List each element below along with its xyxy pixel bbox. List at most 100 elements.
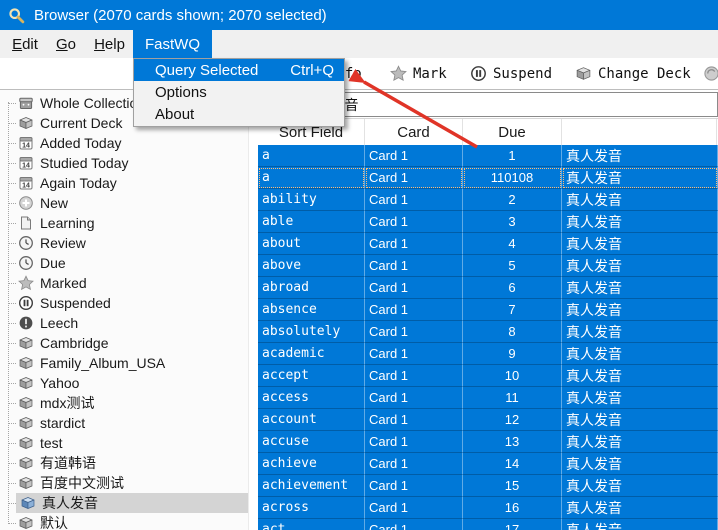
cell-card[interactable]: Card 1 (365, 519, 463, 530)
cell-due[interactable]: 9 (463, 343, 562, 365)
table-row[interactable]: aCard 11真人发音 (258, 145, 718, 167)
cell-card[interactable]: Card 1 (365, 277, 463, 299)
cell-due[interactable]: 5 (463, 255, 562, 277)
cell-deck[interactable]: 真人发音 (562, 497, 718, 519)
cell-sort-field[interactable]: a (258, 145, 365, 167)
cell-due[interactable]: 1 (463, 145, 562, 167)
cell-sort-field[interactable]: access (258, 387, 365, 409)
cell-due[interactable]: 110108 (463, 167, 562, 189)
table-row[interactable]: absenceCard 17真人发音 (258, 299, 718, 321)
cell-sort-field[interactable]: able (258, 211, 365, 233)
menu-item-query-selected[interactable]: Query SelectedCtrl+Q (134, 59, 344, 81)
cell-card[interactable]: Card 1 (365, 365, 463, 387)
cell-card[interactable]: Card 1 (365, 453, 463, 475)
cell-card[interactable]: Card 1 (365, 211, 463, 233)
cell-deck[interactable]: 真人发音 (562, 233, 718, 255)
table-row[interactable]: aboutCard 14真人发音 (258, 233, 718, 255)
cell-due[interactable]: 15 (463, 475, 562, 497)
sidebar-item-suspended[interactable]: Suspended (0, 293, 248, 313)
cell-card[interactable]: Card 1 (365, 167, 463, 189)
sidebar-item-有道韩语[interactable]: 有道韩语 (0, 453, 248, 473)
menu-edit[interactable]: Edit (4, 30, 46, 58)
cell-deck[interactable]: 真人发音 (562, 365, 718, 387)
cell-due[interactable]: 7 (463, 299, 562, 321)
cell-deck[interactable]: 真人发音 (562, 453, 718, 475)
menu-item-about[interactable]: About (134, 103, 344, 125)
cell-due[interactable]: 6 (463, 277, 562, 299)
cell-sort-field[interactable]: account (258, 409, 365, 431)
table-row[interactable]: absolutelyCard 18真人发音 (258, 321, 718, 343)
sidebar-item-added-today[interactable]: 14Added Today (0, 133, 248, 153)
sidebar-item-marked[interactable]: Marked (0, 273, 248, 293)
cell-deck[interactable]: 真人发音 (562, 145, 718, 167)
cell-deck[interactable]: 真人发音 (562, 277, 718, 299)
cell-sort-field[interactable]: accept (258, 365, 365, 387)
cell-deck[interactable]: 真人发音 (562, 431, 718, 453)
column-header-card[interactable]: Card (365, 119, 463, 145)
table-row[interactable]: accountCard 112真人发音 (258, 409, 718, 431)
toolbar-suspend-button[interactable]: Suspend (470, 58, 552, 89)
cell-sort-field[interactable]: absence (258, 299, 365, 321)
cell-card[interactable]: Card 1 (365, 145, 463, 167)
cell-deck[interactable]: 真人发音 (562, 189, 718, 211)
table-row[interactable]: achieveCard 114真人发音 (258, 453, 718, 475)
menu-go[interactable]: Go (46, 30, 86, 58)
cell-deck[interactable]: 真人发音 (562, 167, 718, 189)
sidebar-item-stardict[interactable]: stardict (0, 413, 248, 433)
cell-sort-field[interactable]: ability (258, 189, 365, 211)
cell-deck[interactable]: 真人发音 (562, 409, 718, 431)
sidebar-item-百度中文测试[interactable]: 百度中文测试 (0, 473, 248, 493)
cell-due[interactable]: 13 (463, 431, 562, 453)
cell-card[interactable]: Card 1 (365, 387, 463, 409)
cell-sort-field[interactable]: about (258, 233, 365, 255)
cell-sort-field[interactable]: academic (258, 343, 365, 365)
sidebar-item-review[interactable]: Review (0, 233, 248, 253)
sidebar-item-family-album-usa[interactable]: Family_Album_USA (0, 353, 248, 373)
cell-deck[interactable]: 真人发音 (562, 321, 718, 343)
cell-card[interactable]: Card 1 (365, 189, 463, 211)
cell-due[interactable]: 17 (463, 519, 562, 530)
cell-sort-field[interactable]: accuse (258, 431, 365, 453)
cell-sort-field[interactable]: a (258, 167, 365, 189)
menu-item-options[interactable]: Options (134, 81, 344, 103)
cell-card[interactable]: Card 1 (365, 475, 463, 497)
table-row[interactable]: achievementCard 115真人发音 (258, 475, 718, 497)
cell-card[interactable]: Card 1 (365, 255, 463, 277)
sidebar-item-due[interactable]: Due (0, 253, 248, 273)
cell-due[interactable]: 3 (463, 211, 562, 233)
cell-card[interactable]: Card 1 (365, 409, 463, 431)
table-row[interactable]: academicCard 19真人发音 (258, 343, 718, 365)
cell-due[interactable]: 8 (463, 321, 562, 343)
table-row[interactable]: acrossCard 116真人发音 (258, 497, 718, 519)
table-row[interactable]: aboveCard 15真人发音 (258, 255, 718, 277)
cell-due[interactable]: 16 (463, 497, 562, 519)
cell-sort-field[interactable]: abroad (258, 277, 365, 299)
cell-due[interactable]: 14 (463, 453, 562, 475)
cell-due[interactable]: 10 (463, 365, 562, 387)
cell-due[interactable]: 12 (463, 409, 562, 431)
table-row[interactable]: accessCard 111真人发音 (258, 387, 718, 409)
cell-sort-field[interactable]: achieve (258, 453, 365, 475)
sidebar-item-yahoo[interactable]: Yahoo (0, 373, 248, 393)
table-row[interactable]: abroadCard 16真人发音 (258, 277, 718, 299)
cell-sort-field[interactable]: above (258, 255, 365, 277)
cell-card[interactable]: Card 1 (365, 321, 463, 343)
cell-due[interactable]: 2 (463, 189, 562, 211)
cell-card[interactable]: Card 1 (365, 233, 463, 255)
sidebar-item-test[interactable]: test (0, 433, 248, 453)
column-header-due[interactable]: Due (463, 119, 562, 145)
table-row[interactable]: actCard 117真人发音 (258, 519, 718, 530)
menu-help[interactable]: Help (86, 30, 133, 58)
cell-card[interactable]: Card 1 (365, 431, 463, 453)
cell-card[interactable]: Card 1 (365, 497, 463, 519)
cell-deck[interactable]: 真人发音 (562, 475, 718, 497)
table-row[interactable]: aCard 1110108真人发音 (258, 167, 718, 189)
cell-sort-field[interactable]: achievement (258, 475, 365, 497)
table-row[interactable]: ableCard 13真人发音 (258, 211, 718, 233)
toolbar-mark-button[interactable]: Mark (390, 58, 447, 89)
table-row[interactable]: abilityCard 12真人发音 (258, 189, 718, 211)
cell-deck[interactable]: 真人发音 (562, 519, 718, 530)
sidebar-item-真人发音[interactable]: 真人发音 (16, 493, 248, 513)
sidebar-item-studied-today[interactable]: 14Studied Today (0, 153, 248, 173)
sidebar-item-cambridge[interactable]: Cambridge (0, 333, 248, 353)
